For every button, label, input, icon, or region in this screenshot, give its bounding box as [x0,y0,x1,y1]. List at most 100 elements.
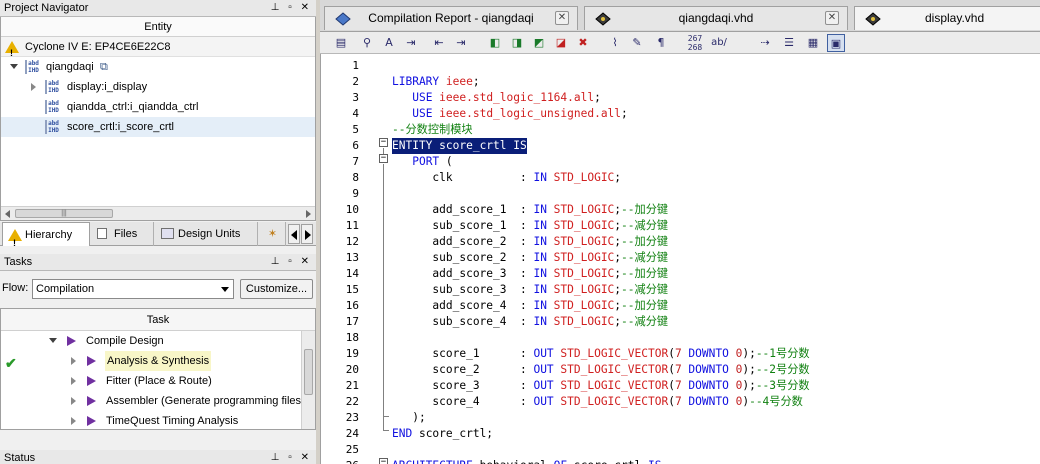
align-icon[interactable]: ☰ [780,34,798,52]
tab-scroll-left-button[interactable] [288,224,300,244]
entity-column-header[interactable]: Entity [1,17,315,37]
tab-files[interactable]: Files [92,222,154,246]
decrease-indent-icon[interactable]: ⇥ [452,34,470,52]
code-line[interactable]: PORT ( [392,154,453,170]
run-task-icon[interactable] [87,396,96,406]
clear-bookmarks-icon[interactable]: ◪ [552,34,570,52]
code-line[interactable]: USE ieee.std_logic_1164.all; [392,90,601,106]
customize-button[interactable]: Customize... [240,279,313,299]
tree-row-display[interactable]: abd IHD display:i_display [1,77,315,97]
scroll-thumb[interactable]: ||| [15,209,113,218]
panel-window-controls[interactable]: ⊥ ▫ ✕ [271,0,312,16]
goto-line-icon[interactable]: ⇥ [402,34,420,52]
view-icon[interactable]: ▦ [804,34,822,52]
bookmark-icon[interactable]: ◧ [486,34,504,52]
delete-bookmark-icon[interactable]: ✖ [574,34,592,52]
close-icon[interactable]: ✕ [555,11,569,25]
tab-qiangdaqi-vhd[interactable]: qiangdaqi.vhd ✕ [584,6,848,30]
expand-arrow-icon[interactable] [49,338,57,343]
code-line[interactable]: ENTITY score_crtl IS [392,138,527,154]
code-line[interactable]: score_2 : OUT STD_LOGIC_VECTOR(7 DOWNTO … [392,362,809,378]
code-token: ieee.std_logic_unsigned.all [439,107,622,120]
panel-window-controls[interactable]: ⊥ ▫ ✕ [271,254,312,270]
increase-indent-icon[interactable]: ⇤ [430,34,448,52]
collapsed-arrow-icon[interactable] [71,417,76,425]
arrow-right-icon[interactable]: ⇢ [756,34,774,52]
code-line[interactable]: add_score_3 : IN STD_LOGIC;--加分键 [392,266,668,282]
run-task-icon[interactable] [87,356,96,366]
code-line[interactable]: add_score_4 : IN STD_LOGIC;--加分键 [392,298,668,314]
code-editor[interactable]: 1 2 3 4 5 6 7 8 9 10 11 12 13 14 15 16 17 18 19 20 21 22 23 24 2… [320,54,1040,464]
code-line[interactable]: ); [392,410,425,426]
previous-bookmark-icon[interactable]: ◩ [530,34,548,52]
task-row-timequest[interactable]: TimeQuest Timing Analysis [1,411,315,429]
tab-design-units[interactable]: Design Units [156,222,258,246]
line-numbers-icon[interactable]: 267 268 [686,34,704,52]
code-line[interactable]: score_3 : OUT STD_LOGIC_VECTOR(7 DOWNTO … [392,378,809,394]
horizontal-scrollbar[interactable]: ||| [1,206,315,220]
tree-row-device[interactable]: Cyclone IV E: EP4CE6E22C8 [1,37,315,63]
vertical-scrollbar[interactable] [301,331,315,429]
code-line[interactable]: END score_crtl; [392,426,493,442]
collapsed-arrow-icon[interactable] [71,397,76,405]
run-task-icon[interactable] [67,336,76,346]
panel-window-controls[interactable]: ⊥ ▫ ✕ [271,450,312,464]
tab-hierarchy[interactable]: Hierarchy [2,222,90,255]
code-line[interactable]: add_score_2 : IN STD_LOGIC;--加分键 [392,234,668,250]
code-line[interactable]: USE ieee.std_logic_unsigned.all; [392,106,628,122]
tree-row-top-entity[interactable]: abd IHD qiangdaqi ⧉ [1,57,315,77]
word-wrap-icon[interactable]: ab/ [710,34,728,52]
tree-row-score-crtl[interactable]: abd IHD score_crtl:i_score_crtl [1,117,315,137]
code-line[interactable]: clk : IN STD_LOGIC; [392,170,621,186]
code-line[interactable]: sub_score_3 : IN STD_LOGIC;--减分键 [392,282,668,298]
run-task-icon[interactable] [87,376,96,386]
task-column-header[interactable]: Task [1,309,315,331]
run-task-icon[interactable] [87,416,96,426]
tab-display-vhd[interactable]: display.vhd [854,6,1040,30]
comment-icon[interactable]: ✎ [628,34,646,52]
line-number: 22 [345,395,359,408]
line-number-top: 267 [687,34,703,43]
tab-label: Hierarchy [25,229,73,241]
code-line[interactable]: add_score_1 : IN STD_LOGIC;--加分键 [392,202,668,218]
code-line[interactable]: --分数控制模块 [392,122,473,138]
fold-toggle-icon[interactable]: − [379,458,388,464]
code-line[interactable]: ARCHITECTURE behavioral OF score_crtl IS [392,458,661,464]
scroll-left-icon[interactable] [5,210,10,218]
code-line[interactable]: sub_score_1 : IN STD_LOGIC;--减分键 [392,218,668,234]
code-line[interactable]: sub_score_2 : IN STD_LOGIC;--减分键 [392,250,668,266]
scroll-right-icon[interactable] [306,210,311,218]
block-comment-icon[interactable]: ¶ [652,34,670,52]
code-line[interactable]: sub_score_4 : IN STD_LOGIC;--减分键 [392,314,668,330]
code-line[interactable]: score_4 : OUT STD_LOGIC_VECTOR(7 DOWNTO … [392,394,802,410]
full-screen-icon[interactable]: ▣ [827,34,845,52]
collapsed-arrow-icon[interactable] [71,377,76,385]
status-title: Status [4,452,36,464]
fold-guide [383,416,384,430]
attach-icon[interactable]: ⌇ [606,34,624,52]
task-row-analysis-synthesis[interactable]: ✔ Analysis & Synthesis [1,351,315,371]
task-label: Assembler (Generate programming files) [106,395,305,407]
tree-row-qiandda-ctrl[interactable]: abd IHD qiandda_ctrl:i_qiandda_ctrl [1,97,315,117]
next-bookmark-icon[interactable]: ◨ [508,34,526,52]
collapsed-arrow-icon[interactable] [71,357,76,365]
code-line[interactable]: LIBRARY ieee; [392,74,480,90]
scroll-thumb[interactable] [304,349,313,395]
code-token: ( [445,155,453,168]
insert-template-icon[interactable]: ▤ [332,34,350,52]
tab-scroll-right-button[interactable] [301,224,313,244]
find-icon[interactable]: ⚲ [358,34,376,52]
task-row-fitter[interactable]: Fitter (Place & Route) [1,371,315,391]
tab-compilation-report[interactable]: Compilation Report - qiangdaqi ✕ [324,6,578,30]
task-row-assembler[interactable]: Assembler (Generate programming files) [1,391,315,411]
fold-toggle-icon[interactable]: − [379,154,388,163]
fold-toggle-icon[interactable]: − [379,138,388,147]
tab-ip-components[interactable]: ✶ [260,222,286,246]
collapsed-arrow-icon[interactable] [31,83,36,91]
find-replace-icon[interactable]: A [380,34,398,52]
code-line[interactable]: score_1 : OUT STD_LOGIC_VECTOR(7 DOWNTO … [392,346,809,362]
expand-arrow-icon[interactable] [10,64,18,69]
close-icon[interactable]: ✕ [825,11,839,25]
flow-select[interactable]: Compilation [32,279,234,299]
task-row-compile-design[interactable]: Compile Design [1,331,315,351]
